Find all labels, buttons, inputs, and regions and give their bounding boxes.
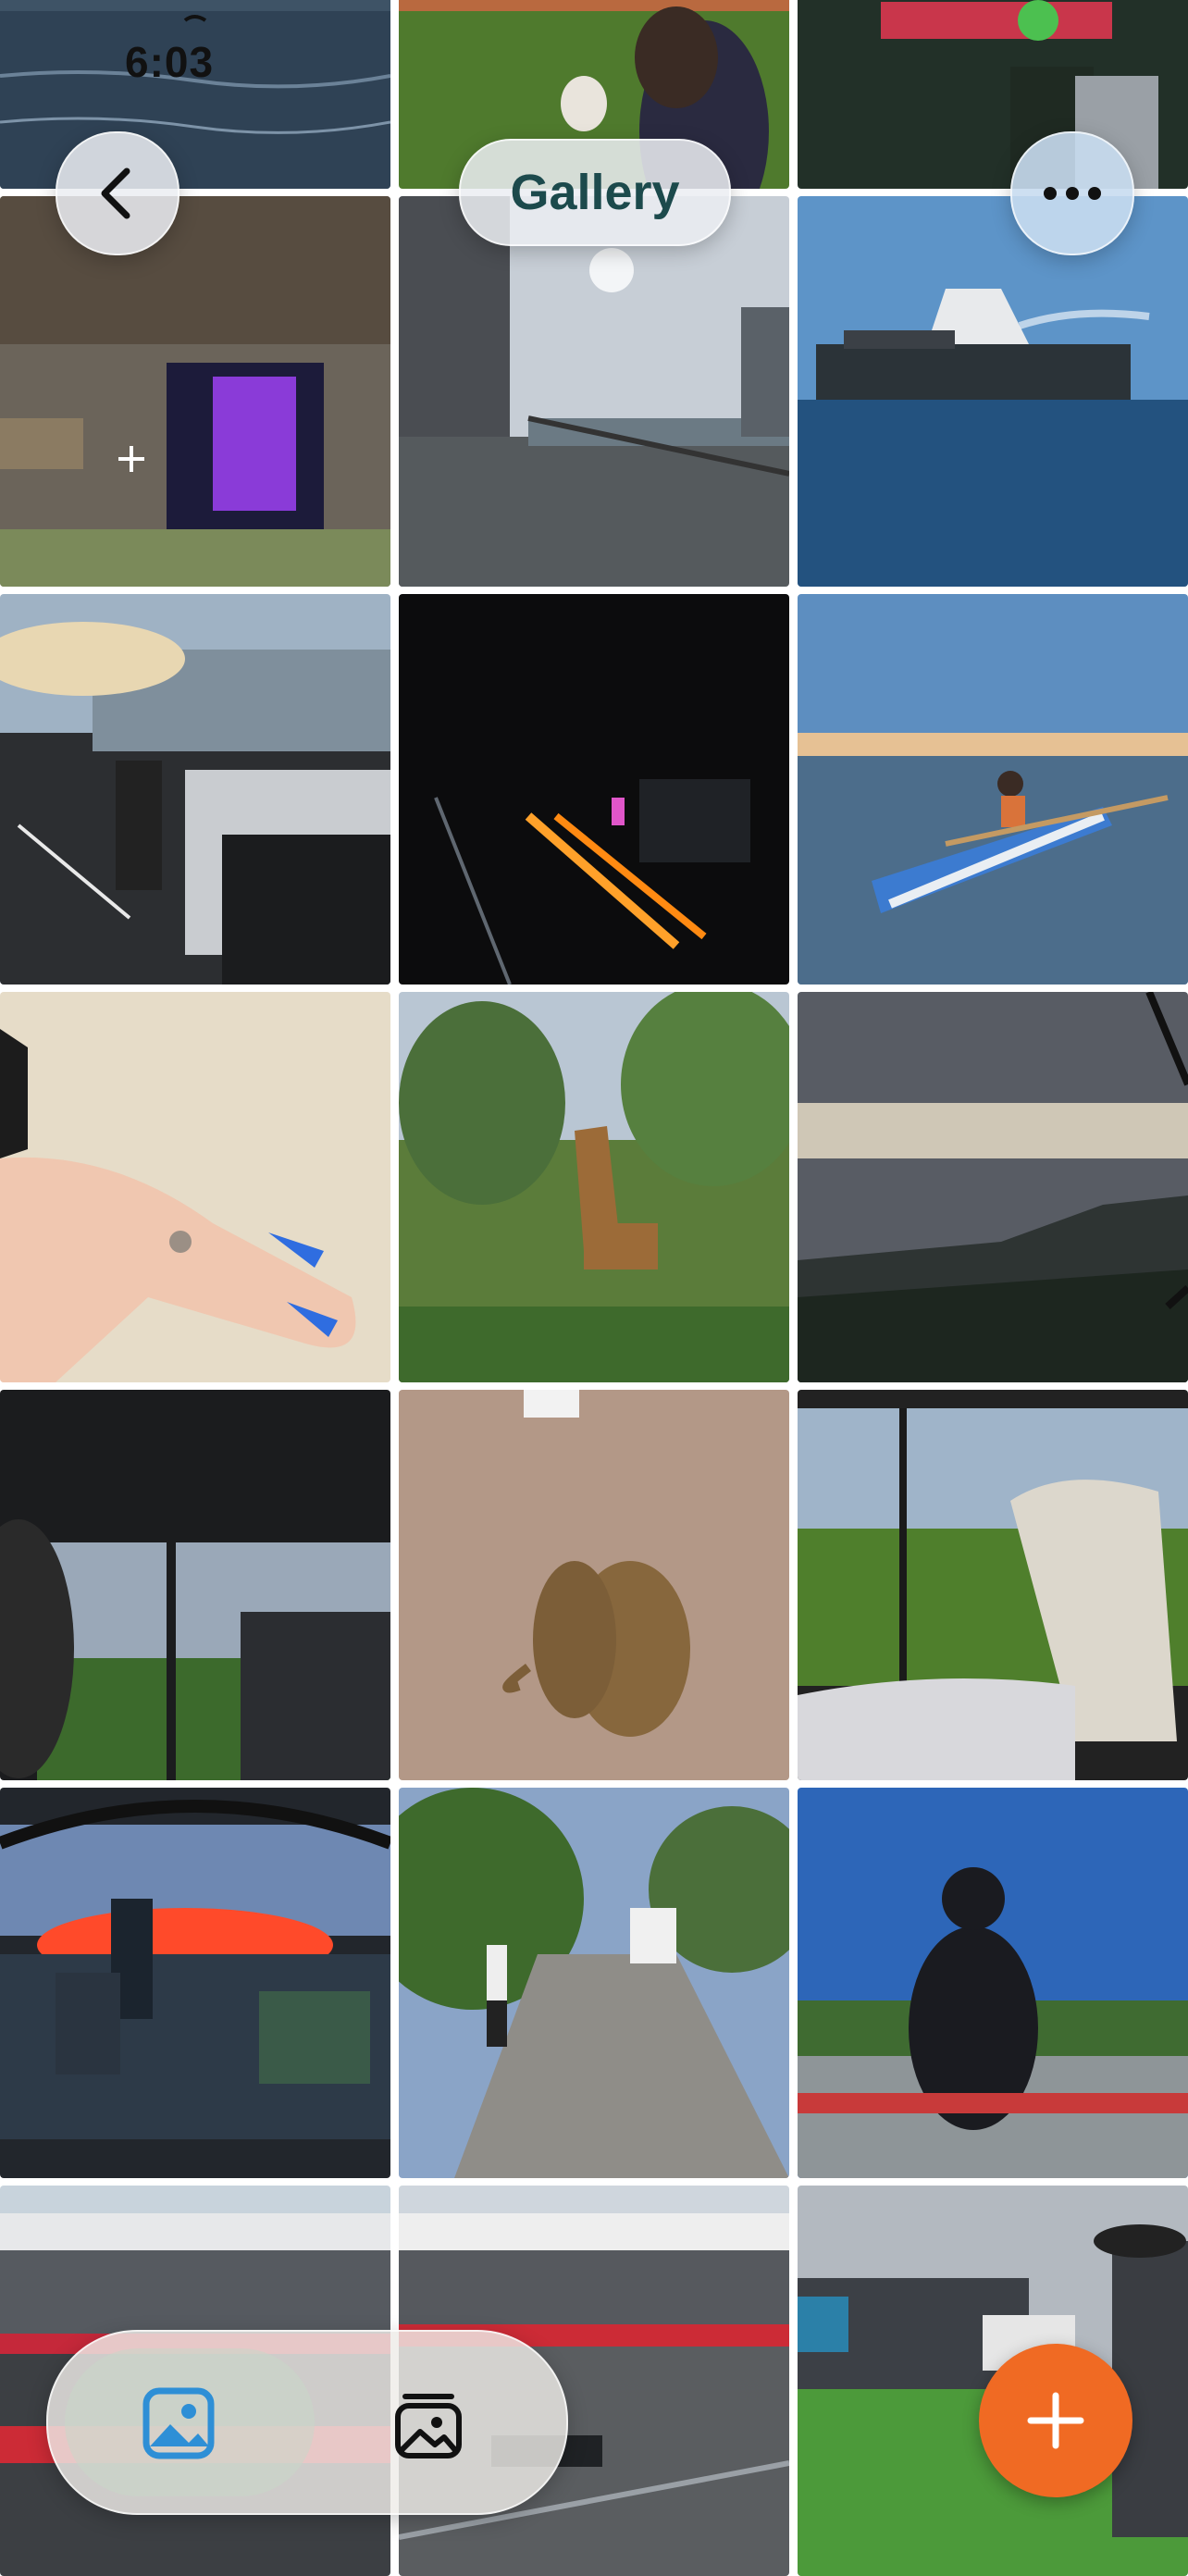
photo-street-walk[interactable] <box>399 1788 789 2178</box>
photo-hand-ring[interactable] <box>0 992 390 1382</box>
photo-grid <box>0 0 1188 2576</box>
photo-icon[interactable] <box>141 2385 217 2461</box>
page-title: Gallery <box>510 165 680 220</box>
ellipsis-icon <box>1044 187 1101 200</box>
albums-icon[interactable] <box>390 2385 466 2461</box>
back-button[interactable] <box>56 131 179 255</box>
photo-safari-window[interactable] <box>0 1390 390 1780</box>
photo-street-car[interactable] <box>0 594 390 985</box>
more-options-button[interactable] <box>1010 131 1134 255</box>
photo-monkeys[interactable] <box>399 1390 789 1780</box>
photo-minecraft-portal[interactable] <box>0 196 390 587</box>
add-photo-button[interactable] <box>979 2344 1132 2497</box>
photo-city-sunset[interactable] <box>0 1788 390 2178</box>
bottom-tab-bar <box>46 2330 568 2515</box>
photo-night-city[interactable] <box>399 594 789 985</box>
page-title-pill: Gallery <box>459 139 731 246</box>
photo-kayak[interactable] <box>798 594 1188 985</box>
plus-icon <box>1027 2392 1084 2449</box>
photo-safari-seat[interactable] <box>798 1390 1188 1780</box>
photo-giraffe[interactable] <box>399 992 789 1382</box>
chevron-left-icon <box>101 167 130 219</box>
photo-racetrack-person[interactable] <box>798 1788 1188 2178</box>
photo-harbor-ship[interactable] <box>798 196 1188 587</box>
photo-balcony-view[interactable] <box>399 196 789 587</box>
photo-mountain-sunset[interactable] <box>798 992 1188 1382</box>
status-time: 6:03 <box>125 38 215 86</box>
